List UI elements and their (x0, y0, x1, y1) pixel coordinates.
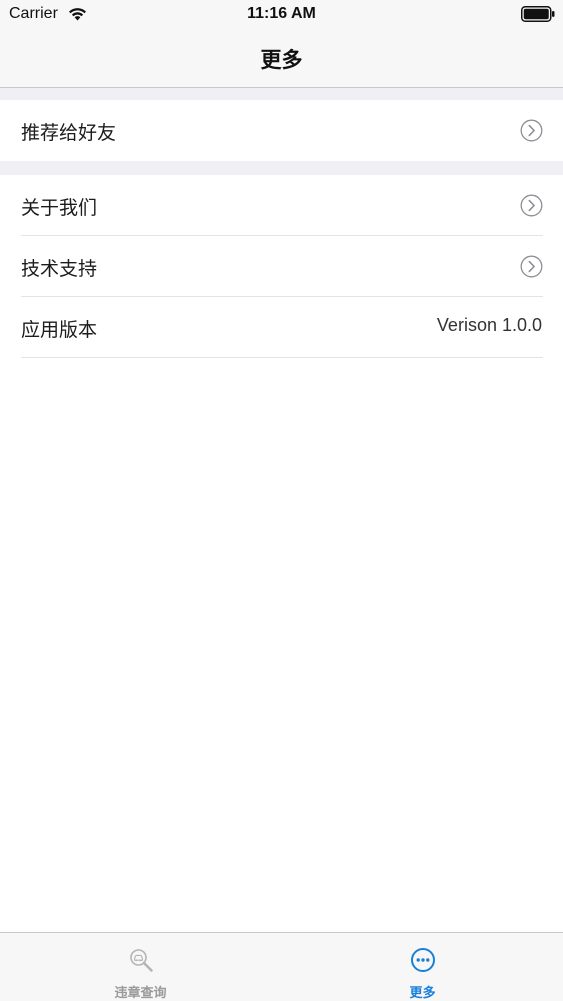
row-label: 推荐给好友 (21, 122, 117, 144)
status-time: 11:16 AM (247, 5, 316, 22)
tab-label: 更多 (409, 986, 436, 1001)
row-app-version: 应用版本 Verison 1.0.0 (0, 297, 563, 358)
chevron-circle-right-icon (520, 119, 543, 142)
row-label: 应用版本 (21, 319, 98, 341)
tab-more[interactable]: 更多 (282, 933, 563, 1001)
status-bar: Carrier 11:16 AM (0, 0, 563, 30)
navigation-bar: 更多 (0, 30, 563, 88)
row-recommend-to-friends[interactable]: 推荐给好友 (0, 100, 563, 161)
row-about-us[interactable]: 关于我们 (0, 175, 563, 236)
app-version-value: Verison 1.0.0 (436, 315, 542, 335)
chevron-circle-right-icon (520, 194, 543, 217)
tab-violation-query[interactable]: 违章查询 (0, 933, 281, 1001)
battery-icon (521, 6, 555, 22)
more-icon (410, 948, 435, 972)
page-title: 更多 (260, 48, 303, 72)
row-label: 技术支持 (21, 258, 98, 280)
chevron-circle-right-icon (520, 255, 543, 278)
row-separator (21, 357, 543, 358)
row-technical-support[interactable]: 技术支持 (0, 236, 563, 297)
section-header-gap (0, 88, 563, 100)
section-gap (0, 161, 563, 175)
tab-bar: 违章查询 更多 (0, 932, 563, 1001)
row-label: 关于我们 (21, 197, 98, 219)
tab-label: 违章查询 (114, 986, 167, 1001)
search-car-icon (129, 949, 153, 972)
